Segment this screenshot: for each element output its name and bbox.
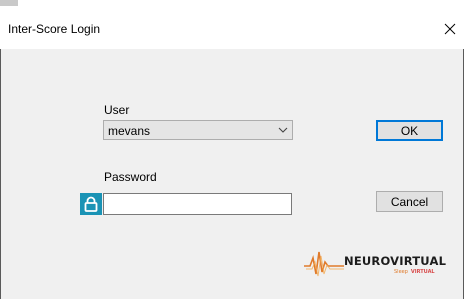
title-bar: Inter-Score Login [0,8,464,49]
login-window: Inter-Score Login User mevans Password O… [0,0,464,299]
password-field[interactable] [103,193,292,215]
user-dropdown[interactable]: mevans [103,120,293,140]
waveform-logo-icon [304,251,344,277]
password-label: Password [104,170,157,184]
close-icon [444,23,456,34]
ok-button[interactable]: OK [376,120,443,141]
top-edge [0,0,464,8]
logo-tagline-virtual: VIRTUAL [410,269,435,275]
window-title: Inter-Score Login [8,22,101,36]
close-button[interactable] [436,8,464,49]
lock-icon [80,193,102,215]
neurovirtual-logo: NEUROVIRTUAL Sleep VIRTUAL [304,248,452,280]
logo-tagline: Sleep VIRTUAL [394,269,435,275]
window-left-border [0,49,1,299]
logo-name: NEUROVIRTUAL [344,254,447,268]
user-label: User [104,103,130,117]
top-edge-fragment [0,0,18,6]
user-dropdown-value: mevans [108,124,151,138]
chevron-down-icon [278,127,288,133]
logo-tagline-sleep: Sleep [394,269,408,275]
cancel-button[interactable]: Cancel [376,191,443,212]
